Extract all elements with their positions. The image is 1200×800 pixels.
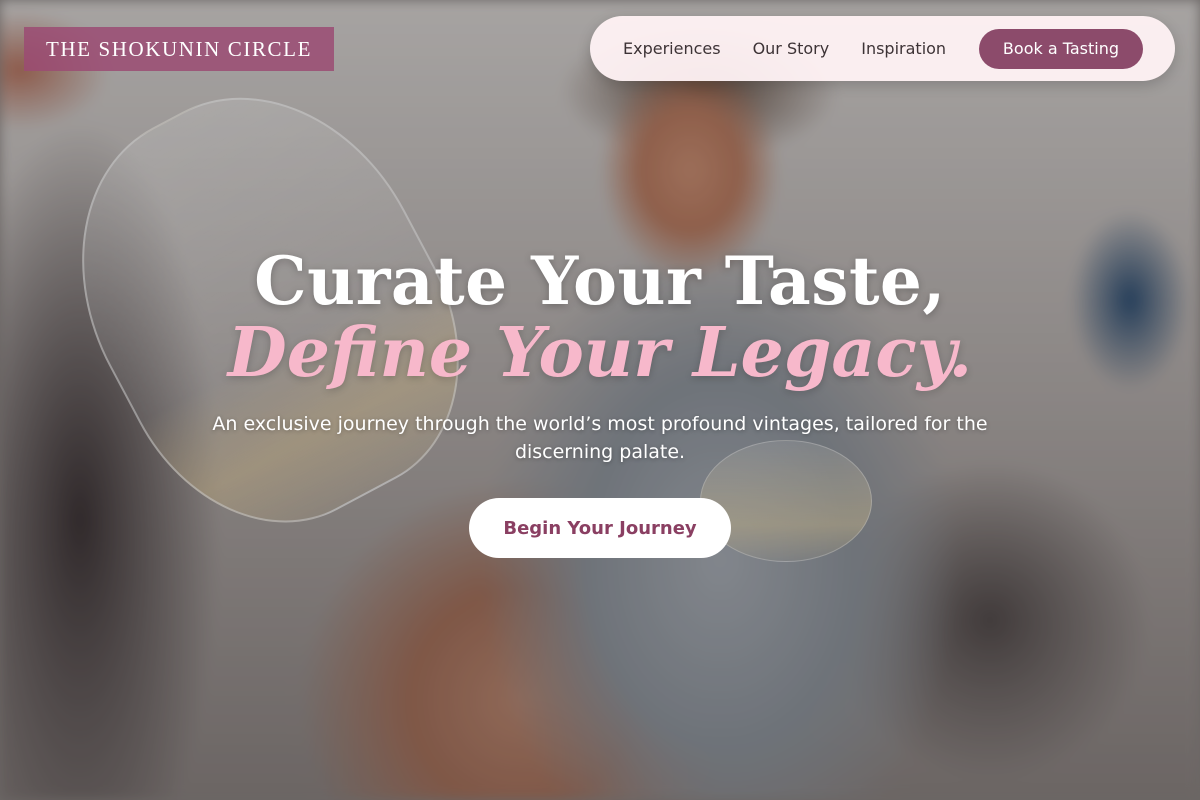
book-tasting-button[interactable]: Book a Tasting (978, 28, 1143, 69)
hero-subtitle: An exclusive journey through the world’s… (212, 413, 988, 463)
nav-link-our-story[interactable]: Our Story (753, 39, 830, 58)
main-navigation: Experiences Our Story Inspiration Book a… (590, 16, 1175, 81)
hero-section: THE SHOKUNIN CIRCLE Experiences Our Stor… (0, 0, 1200, 800)
hero-overlay (0, 0, 1200, 800)
nav-link-inspiration[interactable]: Inspiration (861, 39, 946, 58)
hero-headline: Curate Your Taste, (254, 242, 946, 320)
brand-logo[interactable]: THE SHOKUNIN CIRCLE (24, 27, 334, 71)
hero-headline-accent: Define Your Legacy. (227, 313, 973, 393)
nav-link-experiences[interactable]: Experiences (623, 39, 721, 58)
begin-journey-button[interactable]: Begin Your Journey (469, 498, 731, 558)
